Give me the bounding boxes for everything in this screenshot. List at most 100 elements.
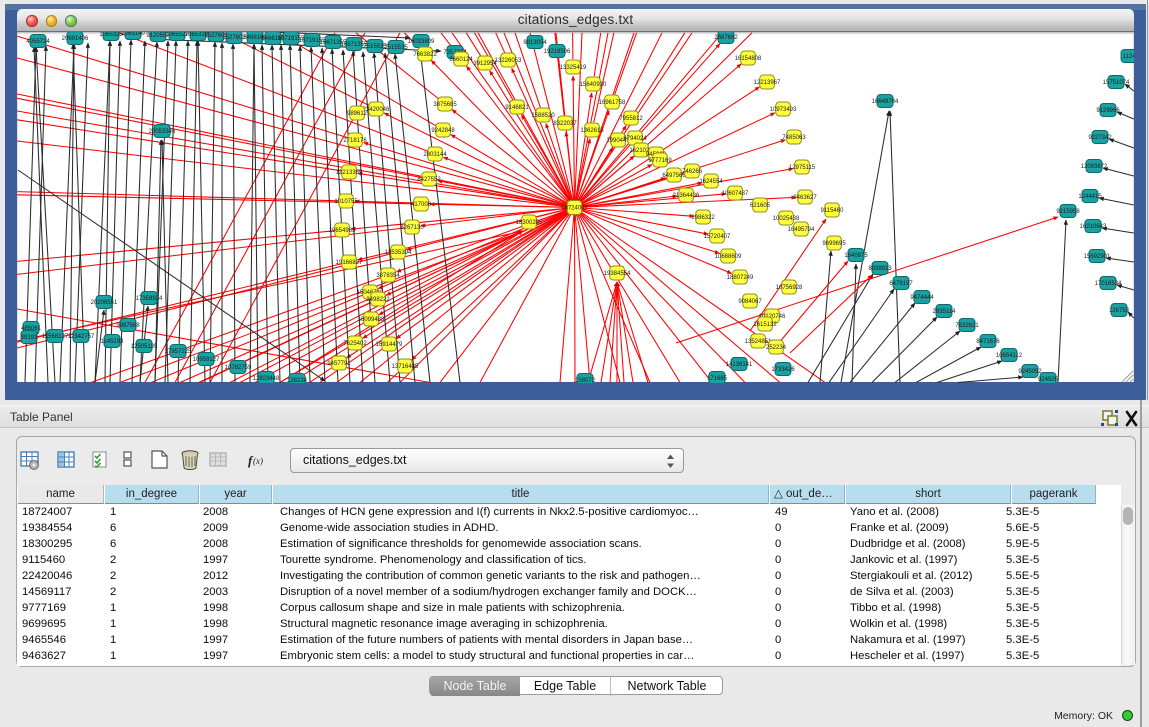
- svg-text:19166827: 19166827: [336, 260, 363, 266]
- svg-text:16648784: 16648784: [872, 99, 899, 105]
- svg-text:7625402: 7625402: [343, 341, 367, 347]
- svg-text:1010755: 1010755: [334, 199, 358, 205]
- svg-text:3875685: 3875685: [433, 102, 457, 108]
- svg-text:(x): (x): [253, 456, 263, 466]
- svg-text:9777169: 9777169: [648, 158, 672, 164]
- svg-text:2687682: 2687682: [714, 35, 738, 41]
- svg-text:6479197: 6479197: [889, 281, 913, 287]
- svg-text:989612: 989612: [347, 111, 368, 117]
- svg-text:621605: 621605: [750, 203, 771, 209]
- svg-text:2803144: 2803144: [423, 152, 447, 158]
- svg-text:17359924: 17359924: [136, 296, 163, 302]
- svg-text:39193: 39193: [21, 335, 38, 341]
- svg-text:8660124: 8660124: [449, 57, 473, 63]
- svg-text:7632621: 7632621: [955, 323, 979, 329]
- svg-text:2986322: 2986322: [691, 215, 715, 221]
- svg-text:9146821: 9146821: [505, 105, 529, 111]
- svg-text:1145193: 1145193: [101, 339, 125, 345]
- svg-text:12342757: 12342757: [68, 334, 95, 340]
- svg-text:10025438: 10025438: [773, 216, 800, 222]
- svg-text:10607487: 10607487: [722, 191, 749, 197]
- svg-text:9463627: 9463627: [793, 195, 817, 201]
- svg-text:16154808: 16154808: [735, 56, 762, 62]
- svg-text:924505: 924505: [1038, 377, 1059, 383]
- svg-text:9997568: 9997568: [116, 323, 140, 329]
- svg-text:16914479: 16914479: [376, 342, 403, 348]
- svg-text:2718176: 2718176: [343, 138, 367, 144]
- svg-text:417008: 417008: [411, 202, 432, 208]
- svg-text:1588520: 1588520: [531, 113, 555, 119]
- svg-text:18807249: 18807249: [727, 275, 754, 281]
- svg-text:13325419: 13325419: [560, 65, 587, 71]
- svg-text:20206551: 20206551: [91, 300, 118, 306]
- svg-text:9227342: 9227342: [1088, 135, 1112, 141]
- svg-text:13226053: 13226053: [495, 58, 522, 64]
- svg-text:4055724: 4055724: [26, 39, 50, 45]
- svg-text:2069140: 2069140: [121, 32, 145, 37]
- svg-text:17957225: 17957225: [165, 349, 192, 355]
- svg-text:1640975: 1640975: [844, 253, 868, 259]
- svg-text:15751074: 15751074: [1103, 80, 1130, 86]
- svg-text:8427552: 8427552: [417, 177, 441, 183]
- svg-text:126753: 126753: [1109, 308, 1130, 314]
- svg-text:8267130: 8267130: [400, 225, 424, 231]
- svg-text:12505135: 12505135: [131, 344, 158, 350]
- svg-text:9129966: 9129966: [1096, 108, 1120, 114]
- svg-text:10756928: 10756928: [776, 285, 803, 291]
- svg-text:7485063: 7485063: [782, 135, 806, 141]
- svg-text:8471676: 8471676: [976, 339, 1000, 345]
- svg-text:10958127: 10958127: [193, 357, 220, 363]
- svg-text:7955812: 7955812: [619, 116, 643, 122]
- svg-text:9215958: 9215958: [1056, 209, 1080, 215]
- svg-text:21364436: 21364436: [673, 193, 700, 199]
- svg-text:13535394: 13535394: [385, 250, 412, 256]
- svg-text:8938923: 8938923: [868, 266, 892, 272]
- svg-text:20691406: 20691406: [62, 36, 89, 42]
- svg-text:128234: 128234: [287, 378, 308, 383]
- svg-text:20053346: 20053346: [149, 129, 176, 135]
- svg-text:9245052: 9245052: [1018, 369, 1042, 375]
- svg-text:10973493: 10973493: [770, 107, 797, 113]
- svg-text:158072: 158072: [575, 378, 596, 383]
- svg-text:17016534: 17016534: [1095, 281, 1122, 287]
- svg-text:10688609: 10688609: [715, 254, 742, 260]
- svg-text:252234: 252234: [766, 345, 787, 351]
- svg-text:16210643: 16210643: [1080, 224, 1107, 230]
- svg-text:1065328: 1065328: [99, 32, 123, 38]
- svg-text:9084067: 9084067: [738, 299, 762, 305]
- svg-text:19654985: 19654985: [329, 228, 356, 234]
- svg-text:10654112: 10654112: [996, 353, 1023, 359]
- svg-text:12093872: 12093872: [1081, 164, 1108, 170]
- svg-text:1624554: 1624554: [699, 179, 723, 185]
- svg-text:16961758: 16961758: [599, 100, 626, 106]
- svg-text:16495794: 16495794: [788, 227, 815, 233]
- svg-text:13716485: 13716485: [392, 364, 419, 370]
- svg-text:7515535: 7515535: [384, 45, 408, 51]
- svg-text:3498222: 3498222: [366, 297, 390, 303]
- svg-text:9115460: 9115460: [821, 208, 845, 214]
- svg-text:15692901: 15692901: [1084, 254, 1111, 260]
- svg-text:1244415: 1244415: [1078, 194, 1102, 200]
- svg-text:6794024: 6794024: [623, 136, 647, 142]
- svg-text:7663822: 7663822: [413, 52, 437, 58]
- svg-text:18300295: 18300295: [516, 220, 543, 226]
- svg-text:1615132: 1615132: [753, 322, 777, 328]
- svg-text:12975115: 12975115: [789, 165, 816, 171]
- svg-text:15640910: 15640910: [580, 82, 607, 88]
- svg-text:1362615: 1362615: [580, 128, 604, 134]
- svg-text:12823448: 12823448: [253, 376, 280, 382]
- svg-text:9699695: 9699695: [822, 241, 846, 247]
- svg-text:14136141: 14136141: [726, 362, 753, 368]
- svg-text:12213369: 12213369: [336, 170, 363, 176]
- svg-text:171665: 171665: [707, 376, 728, 382]
- svg-text:8322037: 8322037: [553, 121, 577, 127]
- svg-text:16099483: 16099483: [358, 317, 385, 323]
- svg-text:2935114: 2935114: [933, 309, 957, 315]
- svg-text:9457791: 9457791: [327, 361, 351, 367]
- svg-text:746266: 746266: [682, 169, 703, 175]
- svg-text:8813054: 8813054: [523, 40, 547, 46]
- svg-text:1733426: 1733426: [771, 367, 795, 373]
- svg-text:1124: 1124: [1123, 54, 1134, 60]
- svg-text:19384554: 19384554: [604, 271, 631, 277]
- svg-text:18724007: 18724007: [561, 206, 588, 212]
